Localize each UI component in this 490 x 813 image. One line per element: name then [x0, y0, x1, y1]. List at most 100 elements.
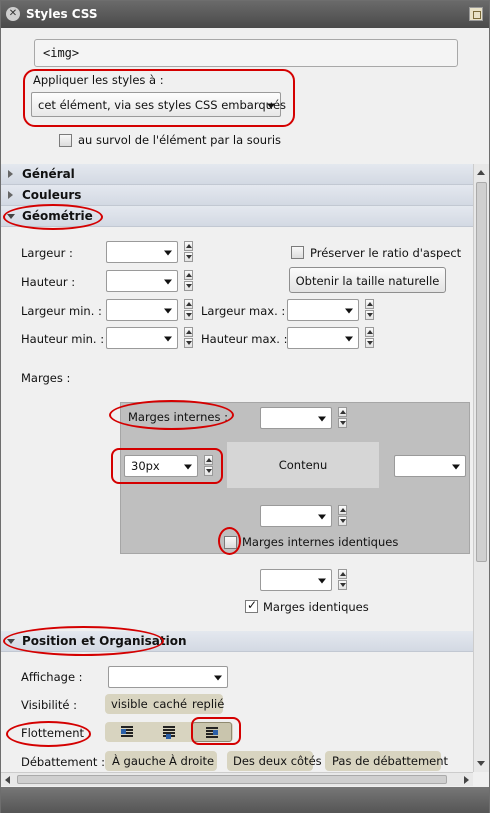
section-general[interactable]: Général [1, 164, 473, 185]
min-height-select[interactable] [106, 327, 178, 349]
section-geometry-label: Géométrie [22, 209, 93, 223]
padding-bottom-select[interactable] [260, 505, 332, 527]
natural-size-button[interactable]: Obtenir la taille naturelle [289, 267, 446, 293]
float-left-button[interactable] [108, 722, 148, 742]
max-width-label: Largeur max. : [201, 304, 286, 318]
chevron-down-icon [267, 103, 275, 108]
chevron-down-icon [318, 416, 326, 422]
clear-label: Débattement : [21, 755, 105, 769]
identical-margins-label: Marges identiques [263, 600, 369, 614]
keep-ratio-label: Préserver le ratio d'aspect [310, 246, 462, 260]
section-position[interactable]: Position et Organisation [1, 631, 473, 652]
width-select[interactable] [106, 241, 178, 263]
properties-scroll-area[interactable]: Général Couleurs Géométrie Largeur : Pré… [1, 164, 473, 772]
visibility-visible[interactable]: visible [111, 697, 148, 711]
identical-margins-checkbox[interactable] [245, 598, 258, 613]
padding-left-value: 30px [131, 459, 160, 473]
chevron-down-icon [164, 308, 172, 314]
horizontal-scrollbar[interactable] [1, 772, 473, 786]
natural-size-label: Obtenir la taille naturelle [295, 274, 440, 288]
expand-icon [8, 170, 13, 178]
element-tag: <img> [34, 39, 458, 67]
padding-top-select[interactable] [260, 407, 332, 429]
scroll-thumb[interactable] [476, 182, 487, 562]
margin-spinner[interactable] [338, 569, 347, 591]
visibility-group: visible caché replié [105, 694, 224, 714]
float-group [105, 722, 233, 742]
max-height-label: Hauteur max. : [201, 332, 288, 346]
apply-styles-value: cet élément, via ses styles CSS embarqué… [38, 97, 287, 112]
visibility-collapsed[interactable]: replié [192, 697, 224, 711]
max-width-spinner[interactable] [365, 299, 374, 321]
inner-margins-label: Marges internes : [128, 410, 228, 424]
panel-menu-icon[interactable] [469, 7, 483, 21]
window-title: Styles CSS [26, 7, 98, 21]
chevron-down-icon [184, 464, 192, 470]
display-label: Affichage : [21, 670, 83, 684]
section-colors-label: Couleurs [22, 188, 82, 202]
chevron-down-icon [164, 336, 172, 342]
float-left-icon [121, 726, 133, 737]
scroll-down-icon[interactable] [477, 761, 485, 766]
apply-styles-label: Appliquer les styles à : [33, 73, 164, 87]
visibility-hidden[interactable]: caché [153, 697, 187, 711]
float-label: Flottement : [21, 726, 92, 740]
padding-left-select[interactable]: 30px [124, 455, 198, 477]
width-label: Largeur : [21, 246, 73, 260]
css-styles-panel: ✕ Styles CSS <img> Appliquer les styles … [0, 0, 490, 813]
min-width-label: Largeur min. : [21, 304, 102, 318]
max-width-select[interactable] [287, 299, 359, 321]
padding-box: Marges internes : 30px Contenu Marges in… [120, 402, 470, 554]
float-right-button[interactable] [192, 722, 232, 742]
width-spinner[interactable] [184, 241, 193, 263]
max-height-spinner[interactable] [365, 327, 374, 349]
clear-both-group: Des deux côtés [227, 751, 322, 771]
section-general-label: Général [22, 167, 75, 181]
chevron-down-icon [164, 279, 172, 285]
height-select[interactable] [106, 270, 178, 292]
max-height-select[interactable] [287, 327, 359, 349]
panel-footer [1, 787, 489, 813]
chevron-down-icon [452, 464, 460, 470]
title-bar: ✕ Styles CSS [1, 1, 489, 28]
padding-bottom-spinner[interactable] [338, 505, 347, 527]
padding-left-spinner[interactable] [204, 455, 213, 477]
identical-padding-label: Marges internes identiques [242, 535, 399, 549]
visibility-label: Visibilité : [21, 698, 77, 712]
hover-checkbox[interactable] [59, 134, 72, 147]
clear-side-group: À gauche À droite [105, 751, 217, 771]
keep-ratio-checkbox[interactable] [291, 246, 304, 259]
apply-styles-select[interactable]: cet élément, via ses styles CSS embarqué… [31, 92, 286, 117]
section-geometry[interactable]: Géométrie [1, 206, 473, 227]
height-label: Hauteur : [21, 275, 76, 289]
clear-none-group: Pas de débattement [325, 751, 448, 771]
display-select[interactable] [108, 666, 228, 688]
padding-top-spinner[interactable] [338, 407, 347, 429]
scroll-up-icon[interactable] [477, 170, 485, 175]
min-height-spinner[interactable] [184, 327, 193, 349]
close-icon[interactable]: ✕ [6, 7, 20, 21]
min-width-spinner[interactable] [184, 299, 193, 321]
identical-padding-checkbox[interactable] [224, 536, 237, 549]
section-colors[interactable]: Couleurs [1, 185, 473, 206]
vertical-scrollbar[interactable] [473, 164, 489, 772]
padding-right-select[interactable] [394, 455, 466, 477]
scroll-left-icon[interactable] [5, 776, 10, 784]
height-spinner[interactable] [184, 270, 193, 292]
clear-right[interactable]: À droite [169, 754, 214, 768]
float-none-button[interactable] [150, 722, 190, 742]
float-none-icon [163, 726, 175, 739]
hscroll-thumb[interactable] [17, 775, 447, 784]
content-label: Contenu [278, 458, 328, 472]
chevron-down-icon [345, 308, 353, 314]
clear-both[interactable]: Des deux côtés [233, 754, 322, 768]
content-box: Contenu [227, 442, 379, 488]
chevron-down-icon [164, 250, 172, 256]
clear-left[interactable]: À gauche [112, 754, 166, 768]
clear-none[interactable]: Pas de débattement [332, 754, 448, 768]
scroll-right-icon[interactable] [464, 776, 469, 784]
margin-select[interactable] [260, 569, 332, 591]
chevron-down-icon [318, 514, 326, 520]
min-width-select[interactable] [106, 299, 178, 321]
margins-label: Marges : [21, 371, 71, 385]
